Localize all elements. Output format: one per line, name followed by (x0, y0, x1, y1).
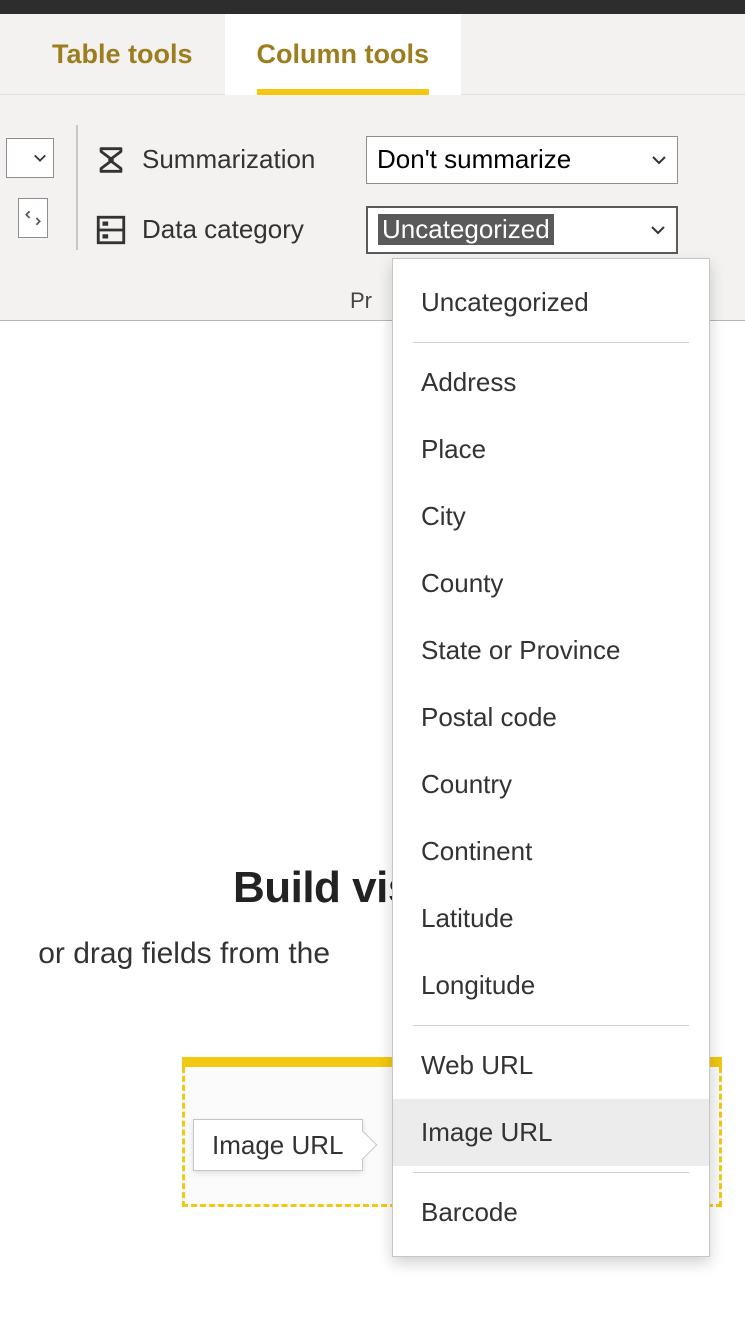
data-category-value: Uncategorized (378, 214, 554, 245)
option-latitude[interactable]: Latitude (393, 885, 709, 952)
field-chip-image-url[interactable]: Image URL (193, 1119, 363, 1171)
ribbon-group-left (0, 95, 60, 280)
chevron-down-icon (33, 151, 47, 165)
option-uncategorized[interactable]: Uncategorized (393, 269, 709, 336)
summarization-row: Summarization Don't summarize (94, 136, 745, 184)
option-continent[interactable]: Continent (393, 818, 709, 885)
option-longitude[interactable]: Longitude (393, 952, 709, 1019)
data-category-label: Data category (142, 214, 352, 245)
dropdown-separator (413, 1025, 689, 1026)
arrows-icon (24, 209, 42, 227)
window-titlebar (0, 0, 745, 14)
tab-table-tools[interactable]: Table tools (20, 14, 225, 95)
ribbon-control-fragment[interactable] (18, 198, 48, 238)
ribbon-tabs: Table tools Column tools (0, 14, 745, 95)
option-barcode[interactable]: Barcode (393, 1179, 709, 1246)
ribbon-group-properties: Summarization Don't summarize Data categ… (94, 95, 745, 280)
option-image-url[interactable]: Image URL (393, 1099, 709, 1166)
sigma-icon (94, 143, 128, 177)
option-county[interactable]: County (393, 550, 709, 617)
data-category-row: Data category Uncategorized (94, 206, 745, 254)
dropdown-separator (413, 1172, 689, 1173)
option-postal-code[interactable]: Postal code (393, 684, 709, 751)
chevron-down-icon (650, 222, 666, 238)
data-category-dropdown: Uncategorized Address Place City County … (392, 258, 710, 1257)
ribbon-divider (76, 125, 78, 250)
option-city[interactable]: City (393, 483, 709, 550)
format-dropdown-fragment[interactable] (6, 138, 54, 178)
summarization-value: Don't summarize (377, 144, 571, 175)
tab-column-tools[interactable]: Column tools (225, 14, 461, 95)
option-web-url[interactable]: Web URL (393, 1032, 709, 1099)
summarization-label: Summarization (142, 144, 352, 175)
option-state-or-province[interactable]: State or Province (393, 617, 709, 684)
chevron-down-icon (651, 152, 667, 168)
option-address[interactable]: Address (393, 349, 709, 416)
canvas-sub-left: or drag fields from the (38, 937, 330, 970)
data-category-select[interactable]: Uncategorized (366, 206, 678, 254)
category-icon (94, 213, 128, 247)
option-country[interactable]: Country (393, 751, 709, 818)
dropdown-separator (413, 342, 689, 343)
option-place[interactable]: Place (393, 416, 709, 483)
summarization-select[interactable]: Don't summarize (366, 136, 678, 184)
ribbon-group-caption: Pr (350, 288, 372, 314)
